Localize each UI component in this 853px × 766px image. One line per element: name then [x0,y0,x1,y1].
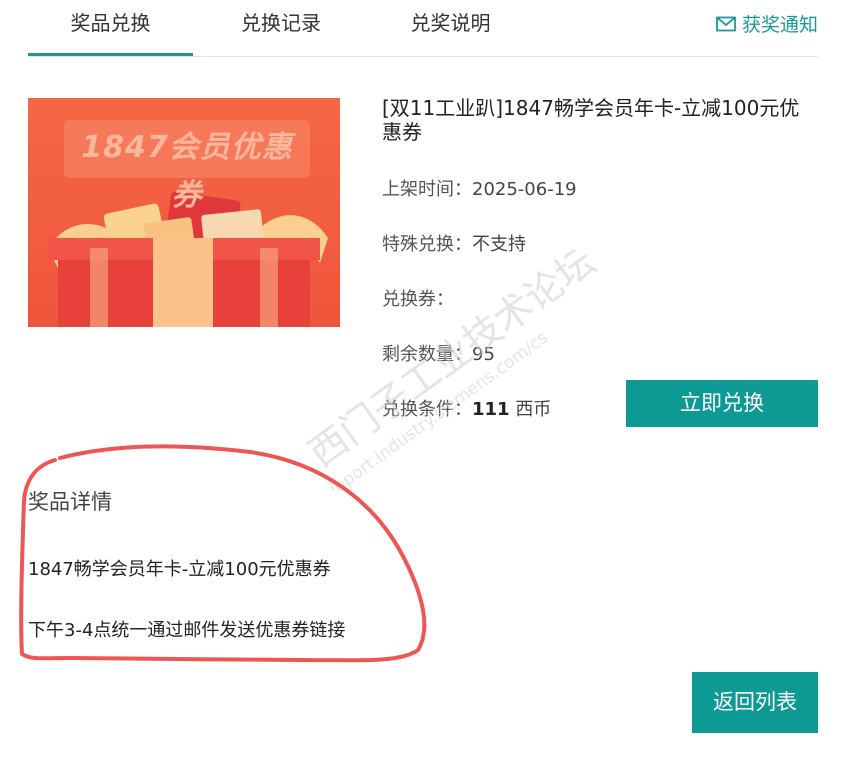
exchange-condition-amount: 111 [472,399,510,420]
voucher-label: 兑换券： [382,289,454,310]
prize-details-heading: 奖品详情 [28,490,112,514]
prize-detail-line-1: 1847畅学会员年卡-立减100元优惠券 [28,559,331,580]
tab-prize-exchange[interactable]: 奖品兑换 [28,0,193,56]
product-image-banner: 1847会员优惠券 [81,130,293,213]
exchange-condition-row: 兑换条件：111 西币 [382,395,551,421]
exchange-condition-unit: 西币 [515,399,552,420]
tab-exchange-records[interactable]: 兑换记录 [196,0,366,55]
listing-date-row: 上架时间：2025-06-19 [382,175,577,201]
tab-bar: 奖品兑换 兑换记录 兑奖说明 获奖通知 [28,0,818,57]
award-notification-link[interactable]: 获奖通知 [716,10,818,37]
redeem-now-button[interactable]: 立即兑换 [626,380,818,427]
product-title: [双11工业趴]1847畅学会员年卡-立减100元优惠券 [382,96,800,144]
listing-date-value: 2025-06-19 [472,179,577,200]
special-exchange-value: 不支持 [472,234,526,255]
back-to-list-button[interactable]: 返回列表 [692,672,818,733]
remaining-quantity-label: 剩余数量： [382,344,472,365]
special-exchange-label: 特殊兑换： [382,234,472,255]
exchange-condition-label: 兑换条件： [382,399,472,420]
remaining-quantity-row: 剩余数量：95 [382,340,495,366]
remaining-quantity-value: 95 [472,344,495,365]
product-image: 1847会员优惠券 [28,98,340,327]
mail-icon [716,16,736,31]
tab-exchange-instructions[interactable]: 兑奖说明 [368,0,533,55]
prize-detail-line-2: 下午3-4点统一通过邮件发送优惠券链接 [28,620,346,641]
voucher-row: 兑换券： [382,285,454,311]
award-notification-label: 获奖通知 [741,14,818,36]
special-exchange-row: 特殊兑换：不支持 [382,230,526,256]
listing-date-label: 上架时间： [382,179,472,200]
